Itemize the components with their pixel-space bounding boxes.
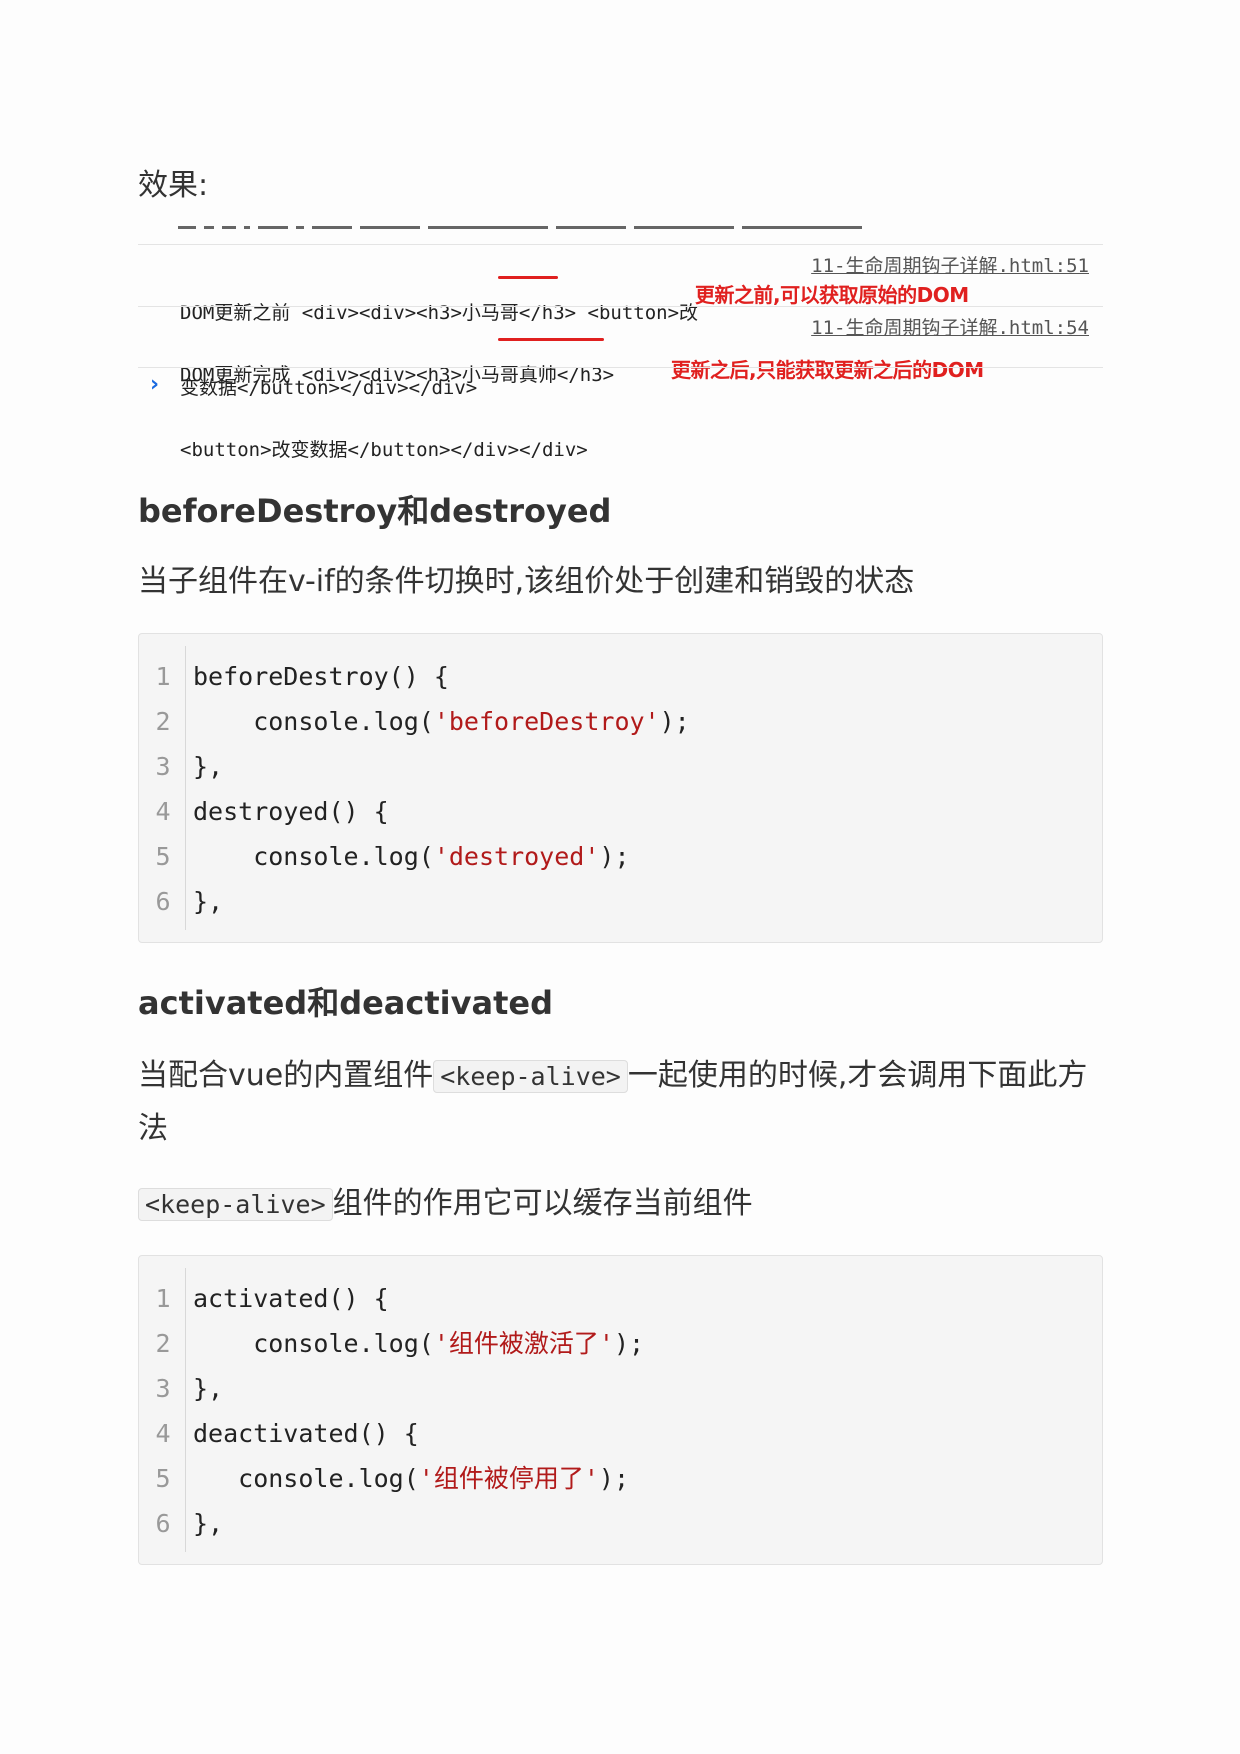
highlight-underline-1 bbox=[498, 276, 558, 279]
code-line: 4 destroyed() { bbox=[139, 789, 1099, 834]
section-description-destroy: 当子组件在v-if的条件切换时,该组价处于创建和销毁的状态 bbox=[138, 564, 915, 599]
console-source-link-2[interactable]: 11-生命周期钩子详解.html:54 bbox=[811, 313, 1089, 340]
highlight-underline-2 bbox=[498, 338, 604, 341]
line-number: 2 bbox=[155, 1329, 171, 1358]
console-screenshot: DOM更新之前 <div><div><h3>小马哥</h3> <button>改… bbox=[138, 222, 1103, 461]
annotation-after-update: 更新之后,只能获取更新之后的DOM bbox=[671, 358, 984, 382]
line-number: 5 bbox=[155, 842, 171, 871]
code-block-activated: 1 activated() { 2 console.log('组件被激活了');… bbox=[138, 1255, 1103, 1565]
code-line: 2 console.log('beforeDestroy'); bbox=[139, 699, 1099, 744]
line-number: 2 bbox=[155, 707, 171, 736]
line-number: 4 bbox=[155, 1419, 171, 1448]
code-line: 1 activated() { bbox=[139, 1276, 1099, 1321]
console-message-2: DOM更新完成 <div><div><h3>小马哥真帅</h3> <button… bbox=[180, 313, 760, 513]
line-number: 3 bbox=[155, 1374, 171, 1403]
code-block-destroy: 1 beforeDestroy() { 2 console.log('befor… bbox=[138, 633, 1103, 943]
console-source-link-1[interactable]: 11-生命周期钩子详解.html:51 bbox=[811, 251, 1089, 278]
code-line: 5 console.log('destroyed'); bbox=[139, 834, 1099, 879]
code-line: 6 }, bbox=[139, 879, 1099, 924]
code-line: 1 beforeDestroy() { bbox=[139, 654, 1099, 699]
keep-alive-note: <keep-alive> 组件的作用它可以缓存当前组件 bbox=[138, 1178, 1103, 1231]
line-number: 1 bbox=[155, 662, 171, 691]
code-line: 3 }, bbox=[139, 744, 1099, 789]
line-number: 1 bbox=[155, 1284, 171, 1313]
console-divider bbox=[138, 367, 1103, 368]
line-number: 6 bbox=[155, 1509, 171, 1538]
console-prompt-icon[interactable]: › bbox=[150, 372, 159, 397]
line-number: 5 bbox=[155, 1464, 171, 1493]
code-line: 4 deactivated() { bbox=[139, 1411, 1099, 1456]
truncated-row bbox=[178, 222, 918, 234]
console-divider bbox=[138, 244, 1103, 245]
line-number: 4 bbox=[155, 797, 171, 826]
line-number: 3 bbox=[155, 752, 171, 781]
section-description-activated: 当配合vue的内置组件 <keep-alive> 一起使用的时候,才会调用下面此方法 bbox=[138, 1058, 1088, 1146]
code-line: 3 }, bbox=[139, 1366, 1099, 1411]
section-heading-destroy: beforeDestroy和destroyed bbox=[138, 492, 612, 530]
inline-code-keep-alive: <keep-alive> bbox=[138, 1188, 333, 1221]
annotation-before-update: 更新之前,可以获取原始的DOM bbox=[695, 283, 969, 307]
console-divider bbox=[138, 306, 1103, 307]
code-line: 2 console.log('组件被激活了'); bbox=[139, 1321, 1099, 1366]
line-number: 6 bbox=[155, 887, 171, 916]
section-heading-activated: activated和deactivated bbox=[138, 984, 553, 1022]
code-line: 6 }, bbox=[139, 1501, 1099, 1546]
console-message-2-line2: <button>改变数据</button></div></div> bbox=[180, 439, 588, 461]
document-page: 效果: DOM更新之前 <div><div><h3>小马哥</h3> <butt… bbox=[138, 0, 1103, 1754]
inline-code-keep-alive: <keep-alive> bbox=[433, 1060, 628, 1093]
code-line: 5 console.log('组件被停用了'); bbox=[139, 1456, 1099, 1501]
effect-label: 效果: bbox=[138, 168, 209, 203]
